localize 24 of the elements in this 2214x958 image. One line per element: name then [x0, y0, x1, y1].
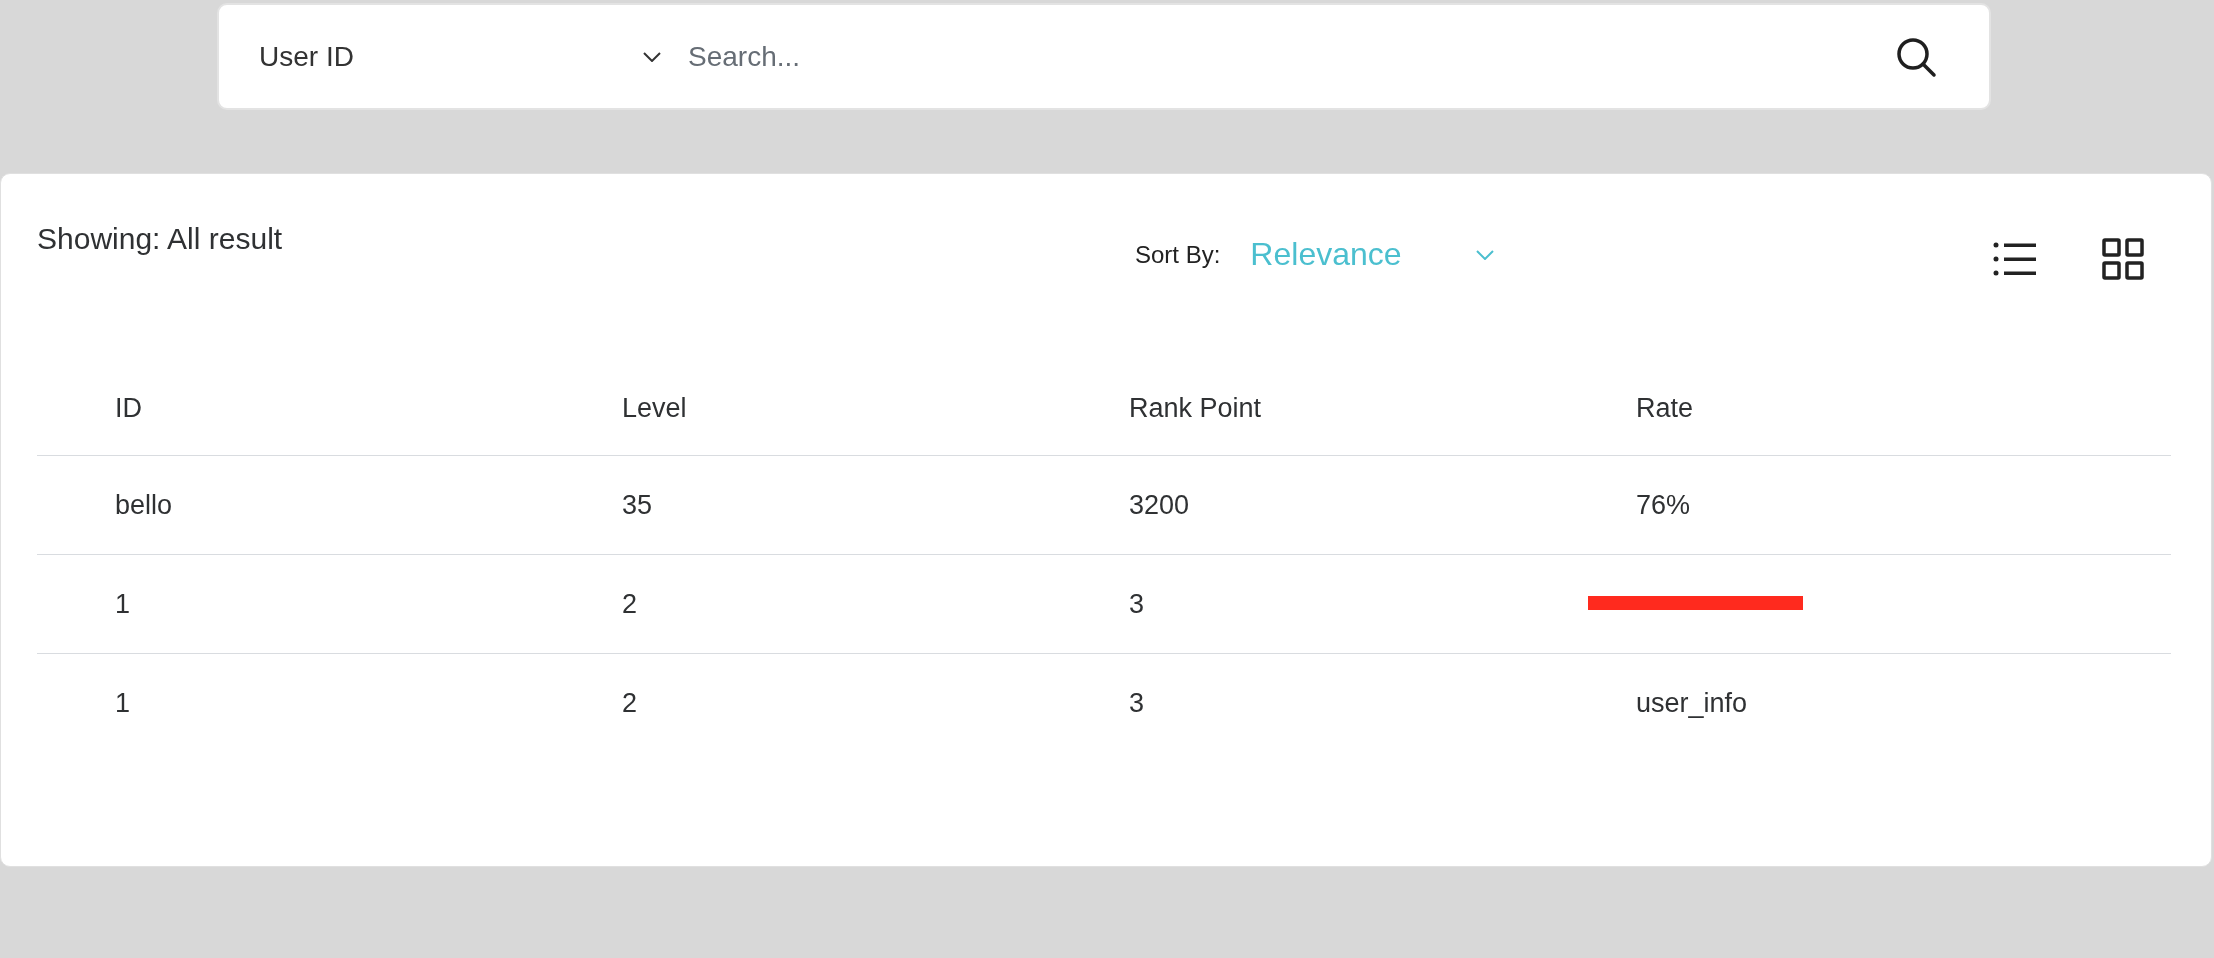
results-summary: Showing: All result: [37, 222, 284, 256]
table-cell-text: 3200: [1129, 489, 1191, 521]
search-icon[interactable]: [1895, 35, 1937, 78]
table-cell-text: 3: [1129, 588, 1146, 620]
column-header: ID: [115, 392, 143, 424]
chevron-icon: [643, 51, 661, 62]
table-cell-text: 2: [622, 588, 639, 620]
column-header: Level: [622, 392, 688, 424]
table-cell-text: user_info: [1636, 687, 1749, 719]
grid-view-icon[interactable]: [2102, 238, 2144, 280]
table-cell-text: 1: [115, 588, 132, 620]
table-cell-text: 1: [115, 687, 132, 719]
table-cell-text: bello: [115, 489, 174, 521]
sort-label: Sort By:: [1135, 240, 1221, 269]
list-view-icon[interactable]: [1993, 242, 2037, 276]
search-field[interactable]: Search...: [686, 39, 1895, 74]
column-header: Rank Point: [1129, 392, 1263, 424]
table-cell-text: 35: [622, 489, 654, 521]
table-cell-text: 2: [622, 687, 639, 719]
field-select[interactable]: User ID: [259, 40, 643, 73]
table-cell-text: 76%: [1636, 489, 1692, 521]
column-header: Rate: [1636, 392, 1695, 424]
chevron-icon: [1476, 249, 1495, 260]
table-cell-text: 3: [1129, 687, 1146, 719]
